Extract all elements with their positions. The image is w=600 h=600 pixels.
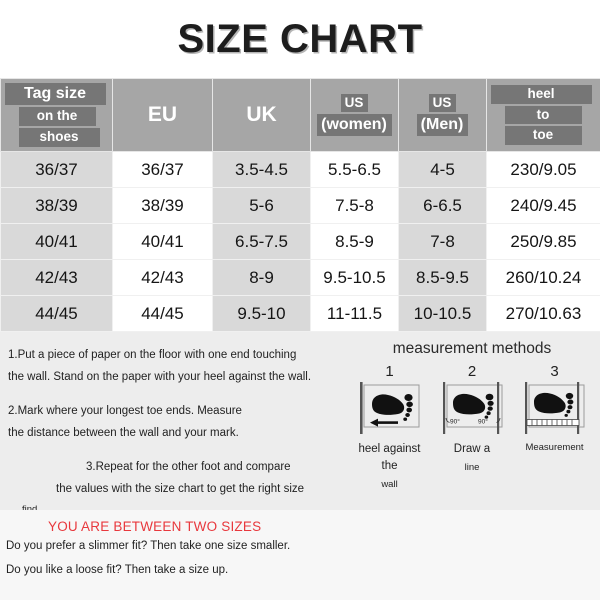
header-cell-eu: EU — [112, 78, 213, 152]
diagram-number: 2 — [467, 363, 477, 380]
header-cell-tag-size: Tag size on the shoes — [0, 78, 113, 152]
cell-uk: 9.5-10 — [212, 295, 311, 332]
header-label-to: to — [505, 105, 582, 125]
cell-uk: 8-9 — [212, 259, 311, 296]
title-bar: SIZE CHART — [0, 0, 600, 78]
cell-heel-to-toe: 250/9.85 — [486, 223, 600, 260]
page-title: SIZE CHART — [177, 16, 423, 61]
table-row: 36/37 36/37 3.5-4.5 5.5-6.5 4-5 230/9.05 — [0, 151, 600, 188]
cell-eu: 38/39 — [112, 187, 213, 224]
cell-heel-to-toe: 270/10.63 — [486, 295, 600, 332]
diagram-list: 1 heel against the wall 2 90° 90° Draw a… — [348, 363, 596, 492]
cell-tag-size: 44/45 — [0, 295, 113, 332]
cell-uk: 5-6 — [212, 187, 311, 224]
table-body: 36/37 36/37 3.5-4.5 5.5-6.5 4-5 230/9.05… — [0, 151, 600, 332]
diagram-figure — [350, 381, 429, 438]
header-label-eu: EU — [147, 103, 178, 126]
cell-tag-size: 36/37 — [0, 151, 113, 188]
step-3-line-1: 3.Repeat for the other foot and compare — [86, 460, 291, 473]
header-label-heel: heel — [491, 84, 592, 104]
cell-uk: 6.5-7.5 — [212, 223, 311, 260]
cell-us-men: 7-8 — [398, 223, 487, 260]
diagram-caption-line-1: Measurement — [525, 441, 584, 453]
cell-heel-to-toe: 230/9.05 — [486, 151, 600, 188]
loose-fit-text: Do you like a loose fit? Then take a siz… — [6, 564, 229, 577]
size-chart-table: Tag size on the shoes EU UK US (women) U… — [0, 78, 600, 332]
cell-tag-size: 42/43 — [0, 259, 113, 296]
diagram-figure: 90° 90° — [433, 381, 512, 438]
step-2-line-1: 2.Mark where your longest toe ends. Meas… — [8, 404, 242, 417]
cell-us-men: 6-6.5 — [398, 187, 487, 224]
cell-tag-size: 40/41 — [0, 223, 113, 260]
steps-spacer — [8, 445, 348, 456]
diagram-measurement: 3 Measurement — [515, 363, 594, 492]
header-label-us-women-top: US — [340, 93, 369, 113]
steps-spacer — [8, 389, 348, 400]
ruler-ticks — [526, 418, 580, 426]
diagram-caption-line-2: wall — [381, 479, 398, 490]
cell-heel-to-toe: 240/9.45 — [486, 187, 600, 224]
header-label-shoes: shoes — [19, 128, 100, 147]
cell-tag-size: 38/39 — [0, 187, 113, 224]
cell-eu: 36/37 — [112, 151, 213, 188]
step-2-line-2: the distance between the wall and your m… — [8, 427, 239, 440]
diagram-draw-a-line: 2 90° 90° Draw a line — [433, 363, 512, 492]
cell-us-women: 8.5-9 — [310, 223, 399, 260]
header-label-on-the: on the — [19, 107, 96, 126]
cell-us-women: 9.5-10.5 — [310, 259, 399, 296]
cell-us-men: 4-5 — [398, 151, 487, 188]
table-header-row: Tag size on the shoes EU UK US (women) U… — [0, 78, 600, 152]
foot-ruler-icon — [525, 381, 585, 434]
angle-label-right: 90° — [478, 417, 488, 425]
cell-us-men: 8.5-9.5 — [398, 259, 487, 296]
foot-two-lines-90deg-icon: 90° 90° — [442, 381, 502, 434]
diagram-caption-line-2: line — [464, 461, 480, 473]
diagram-heel-against-wall: 1 heel against the wall — [350, 363, 429, 492]
header-label-toe: toe — [505, 126, 582, 146]
table-row: 38/39 38/39 5-6 7.5-8 6-6.5 240/9.45 — [0, 187, 600, 224]
foot-wall-arrow-icon — [360, 381, 420, 434]
header-label-uk: UK — [246, 103, 277, 126]
slimmer-fit-text: Do you prefer a slimmer fit? Then take o… — [6, 540, 291, 552]
step-3-line-2: the values with the size chart to get th… — [56, 483, 305, 496]
header-cell-uk: UK — [212, 78, 311, 152]
header-label-us-men-bottom: (Men) — [416, 114, 469, 137]
table-row: 40/41 40/41 6.5-7.5 8.5-9 7-8 250/9.85 — [0, 223, 600, 260]
angle-label-left: 90° — [450, 417, 460, 425]
cell-us-women: 5.5-6.5 — [310, 151, 399, 188]
cell-us-men: 10-10.5 — [398, 295, 487, 332]
cell-heel-to-toe: 260/10.24 — [486, 259, 600, 296]
step-1-line-1: 1.Put a piece of paper on the floor with… — [8, 349, 297, 361]
diagram-number: 1 — [385, 363, 394, 380]
cell-us-women: 11-11.5 — [310, 295, 399, 332]
footer-section: YOU ARE BETWEEN TWO SIZES Do you prefer … — [0, 510, 600, 600]
header-label-tag-size: Tag size — [5, 83, 106, 106]
header-cell-heel-to-toe: heel to toe — [486, 78, 600, 152]
header-label-us-women-bottom: (women) — [317, 114, 392, 137]
cell-eu: 42/43 — [112, 259, 213, 296]
table-row: 44/45 44/45 9.5-10 11-11.5 10-10.5 270/1… — [0, 295, 600, 332]
measure-steps: 1.Put a piece of paper on the floor with… — [8, 344, 348, 519]
step-1-line-2: the wall. Stand on the paper with your h… — [8, 371, 312, 384]
header-label-us-men-top: US — [428, 93, 457, 113]
measurement-methods-panel: measurement methods 1 heel against the w… — [348, 340, 596, 492]
header-cell-us-men: US (Men) — [398, 78, 487, 152]
header-cell-us-women: US (women) — [310, 78, 399, 152]
cell-uk: 3.5-4.5 — [212, 151, 311, 188]
between-sizes-heading: YOU ARE BETWEEN TWO SIZES — [48, 519, 262, 534]
diagram-caption-line-1: Draw a — [453, 442, 491, 455]
methods-title: measurement methods — [392, 340, 552, 357]
table-row: 42/43 42/43 8-9 9.5-10.5 8.5-9.5 260/10.… — [0, 259, 600, 296]
cell-eu: 44/45 — [112, 295, 213, 332]
diagram-caption-line-1: heel against the — [358, 442, 421, 472]
cell-us-women: 7.5-8 — [310, 187, 399, 224]
cell-eu: 40/41 — [112, 223, 213, 260]
diagram-number: 3 — [550, 363, 559, 380]
diagram-figure — [515, 381, 594, 438]
